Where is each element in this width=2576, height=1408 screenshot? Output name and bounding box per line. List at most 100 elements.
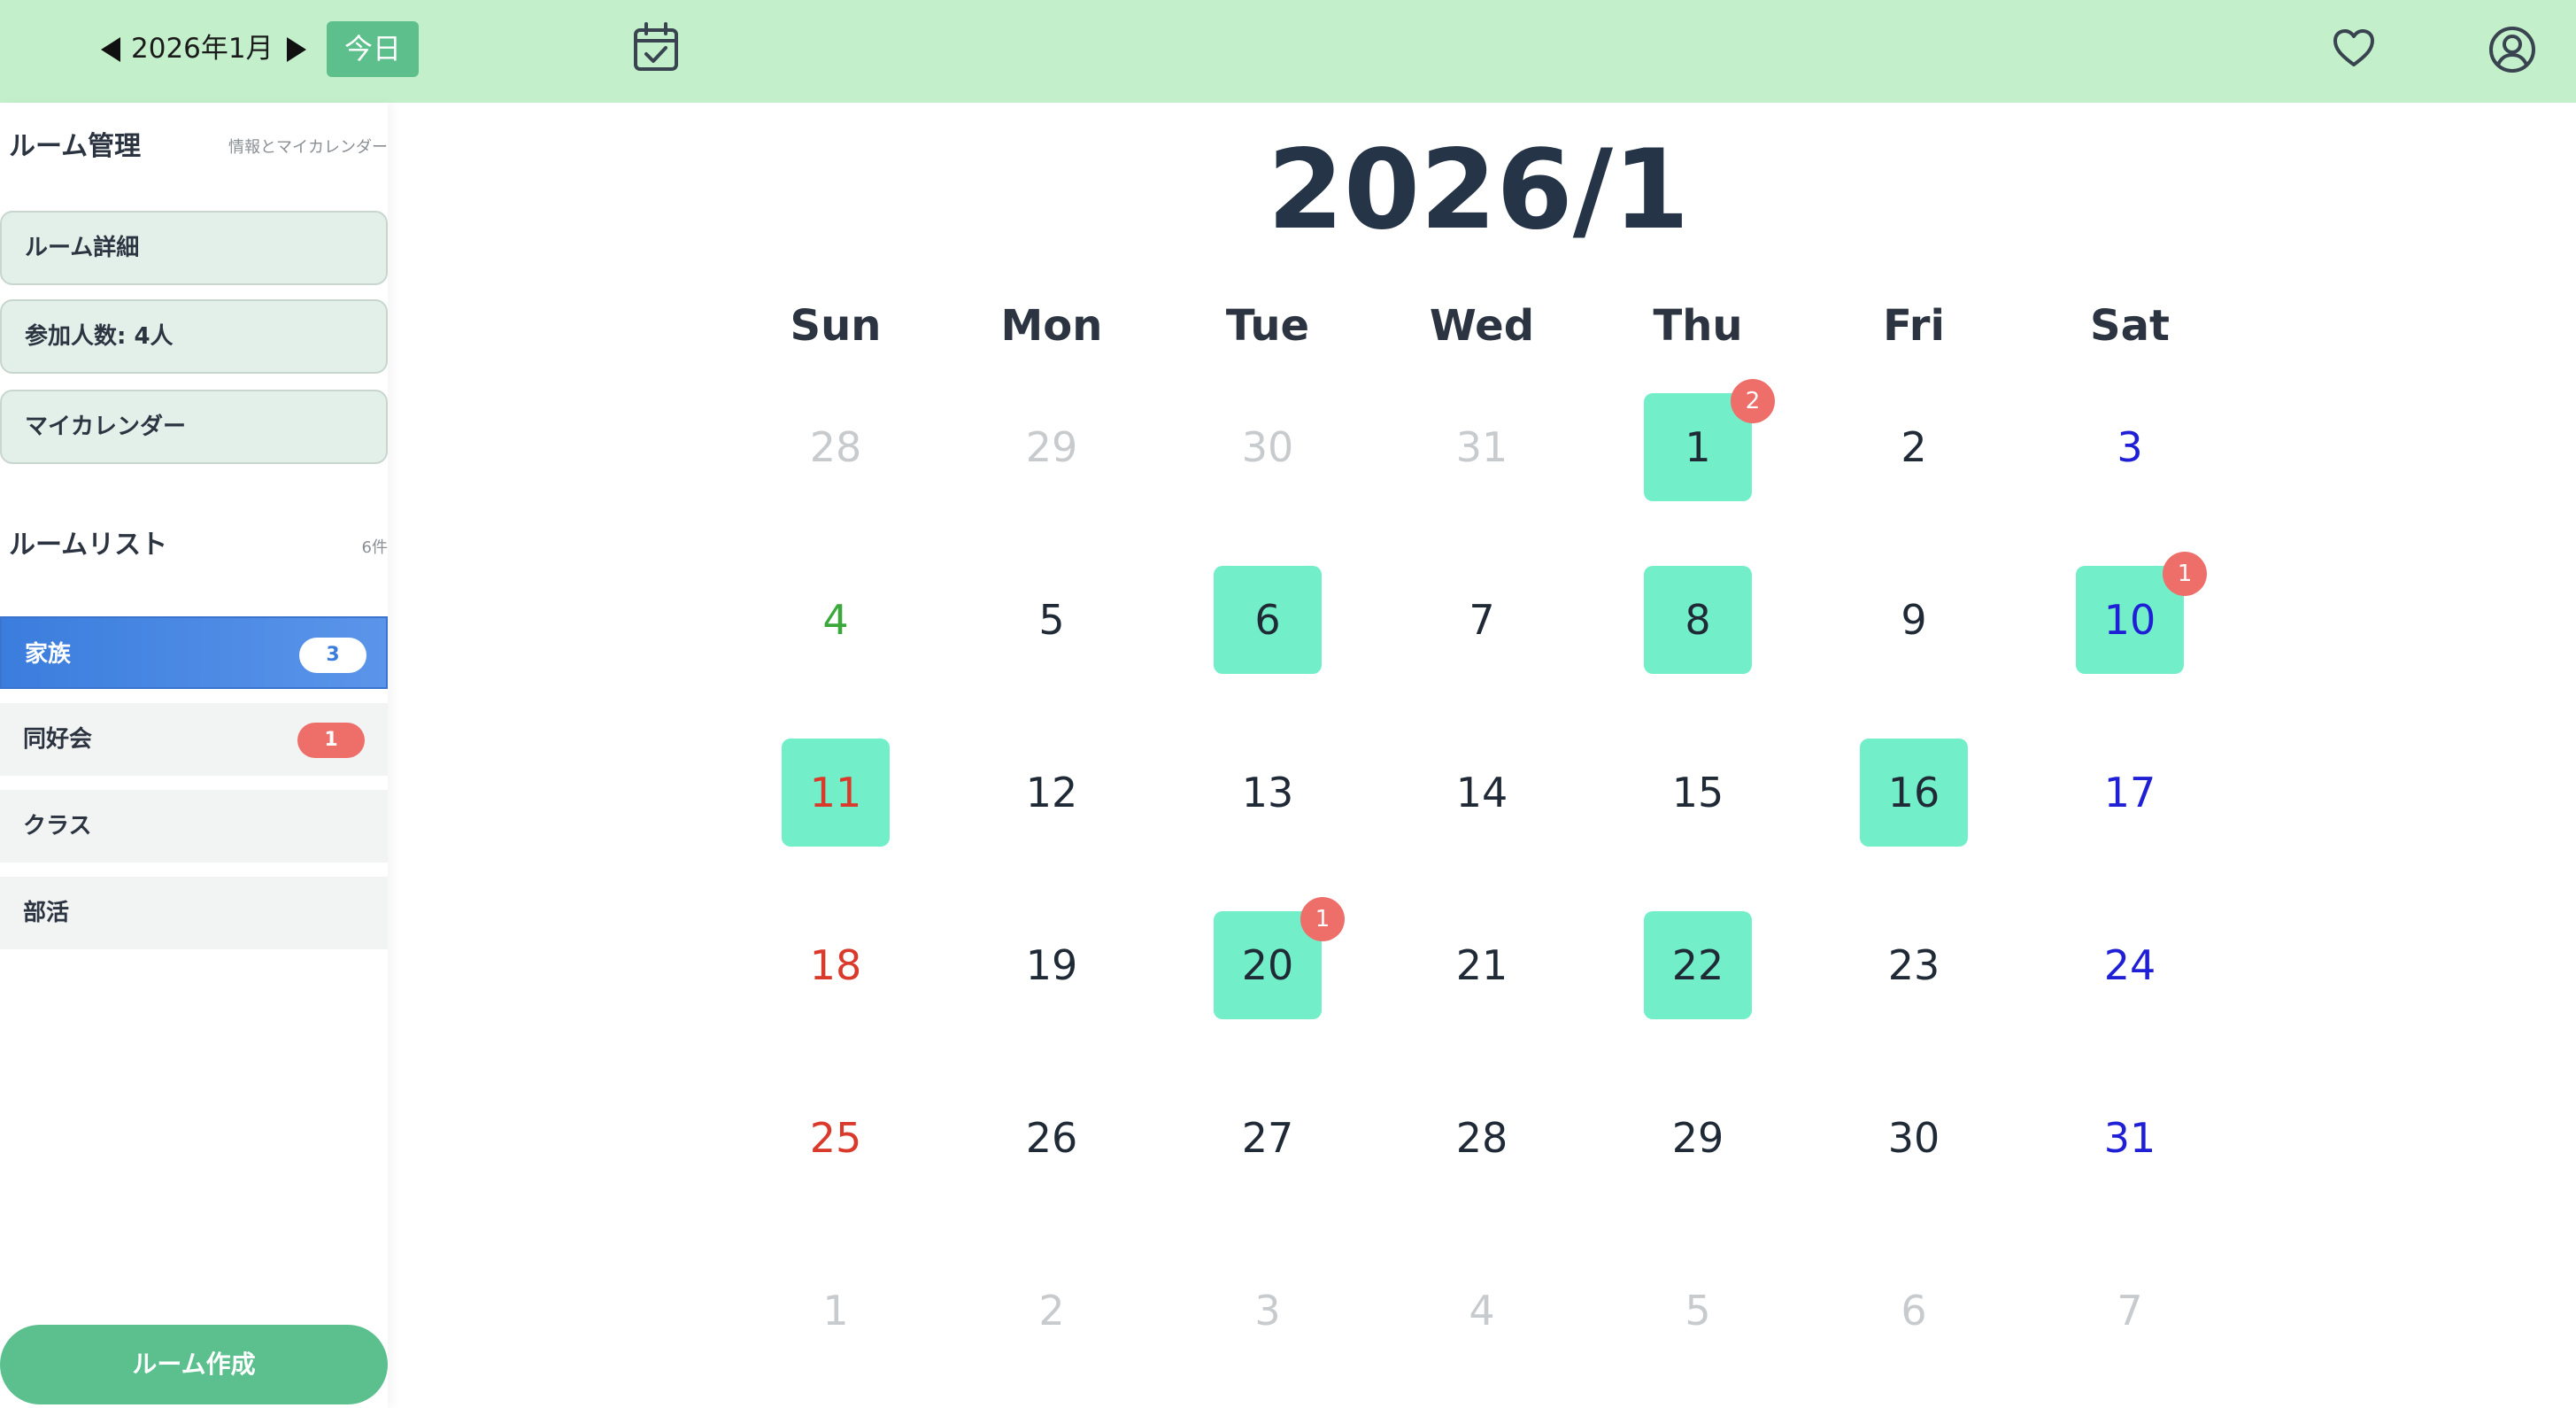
day-number: 25	[809, 1114, 862, 1162]
room-item-team[interactable]: 部活	[0, 877, 388, 949]
room-item-label: 同好会	[23, 726, 93, 753]
day-cell[interactable]: 14	[1428, 739, 1536, 847]
day-number: 13	[1241, 769, 1294, 816]
day-cell[interactable]: 30	[1860, 1084, 1968, 1192]
day-number: 20	[1241, 941, 1294, 989]
day-number: 26	[1025, 1114, 1078, 1162]
room-list-count: 6件	[361, 538, 388, 557]
day-cell[interactable]: 9	[1860, 566, 1968, 674]
day-number: 15	[1671, 769, 1724, 816]
day-cell[interactable]: 29	[1644, 1084, 1752, 1192]
user-circle-icon[interactable]	[2487, 25, 2537, 74]
day-cell[interactable]: 26	[998, 1084, 1106, 1192]
room-item-family[interactable]: 家族 3	[0, 616, 388, 689]
create-room-button[interactable]: ルーム作成	[0, 1325, 388, 1404]
day-cell[interactable]: 29	[998, 393, 1106, 501]
today-button[interactable]: 今日	[327, 21, 419, 77]
day-number: 24	[2103, 941, 2156, 989]
day-cell[interactable]: 3	[2076, 393, 2184, 501]
day-cell[interactable]: 23	[1860, 911, 1968, 1019]
day-number: 16	[1887, 769, 1940, 816]
weekday-mon: Mon	[1000, 301, 1103, 351]
calendar-title: 2026/1	[1267, 127, 1690, 254]
day-cell[interactable]: 3	[1214, 1257, 1322, 1365]
day-number: 4	[1469, 1287, 1495, 1335]
day-cell[interactable]: 31	[2076, 1084, 2184, 1192]
day-cell[interactable]: 6	[1860, 1257, 1968, 1365]
day-cell[interactable]: 2	[1860, 393, 1968, 501]
calendar-check-icon[interactable]	[632, 21, 680, 73]
day-number: 30	[1887, 1114, 1940, 1162]
day-number: 7	[2117, 1287, 2143, 1335]
day-cell[interactable]: 8	[1644, 566, 1752, 674]
day-cell[interactable]: 31	[1428, 393, 1536, 501]
room-manage-title: ルーム管理	[9, 131, 142, 162]
day-cell[interactable]: 13	[1214, 739, 1322, 847]
day-cell[interactable]: 30	[1214, 393, 1322, 501]
day-number: 3	[1254, 1287, 1281, 1335]
room-item-club[interactable]: 同好会 1	[0, 703, 388, 776]
room-list-title: ルームリスト	[9, 530, 168, 561]
day-cell[interactable]: 24	[2076, 911, 2184, 1019]
room-item-label: 家族	[25, 641, 72, 668]
day-number: 22	[1671, 941, 1724, 989]
day-number: 3	[2117, 423, 2143, 471]
day-number: 5	[1038, 596, 1065, 644]
participants-button[interactable]: 参加人数: 4人	[0, 299, 388, 374]
unread-badge: 1	[297, 723, 365, 758]
heart-icon[interactable]	[2332, 27, 2376, 71]
weekday-wed: Wed	[1429, 301, 1535, 351]
day-number: 23	[1887, 941, 1940, 989]
day-cell[interactable]: 4	[1428, 1257, 1536, 1365]
day-number: 7	[1469, 596, 1495, 644]
day-number: 8	[1685, 596, 1711, 644]
day-cell[interactable]: 5	[998, 566, 1106, 674]
caret-left-icon[interactable]	[96, 32, 131, 67]
day-cell[interactable]: 22	[1644, 911, 1752, 1019]
weekday-sun: Sun	[790, 301, 882, 351]
day-number: 6	[1901, 1287, 1927, 1335]
room-item-class[interactable]: クラス	[0, 790, 388, 863]
day-number: 27	[1241, 1114, 1294, 1162]
unread-badge: 3	[299, 638, 366, 673]
day-number: 2	[1038, 1287, 1065, 1335]
day-number: 11	[809, 769, 862, 816]
day-number: 28	[809, 423, 862, 471]
day-cell[interactable]: 7	[2076, 1257, 2184, 1365]
day-number: 6	[1254, 596, 1281, 644]
day-number: 18	[809, 941, 862, 989]
room-detail-button[interactable]: ルーム詳細	[0, 211, 388, 285]
weekday-fri: Fri	[1883, 301, 1945, 351]
my-calendar-button[interactable]: マイカレンダー	[0, 390, 388, 464]
day-cell[interactable]: 12	[998, 739, 1106, 847]
day-cell[interactable]: 1	[782, 1257, 890, 1365]
day-number: 28	[1455, 1114, 1508, 1162]
day-cell[interactable]: 28	[782, 393, 890, 501]
day-cell[interactable]: 17	[2076, 739, 2184, 847]
day-number: 17	[2103, 769, 2156, 816]
day-cell[interactable]: 6	[1214, 566, 1322, 674]
day-cell[interactable]: 2	[998, 1257, 1106, 1365]
day-cell[interactable]: 10 1	[2076, 552, 2207, 674]
day-cell[interactable]: 21	[1428, 911, 1536, 1019]
day-cell[interactable]: 11	[782, 739, 890, 847]
day-cell[interactable]: 16	[1860, 739, 1968, 847]
day-cell[interactable]: 15	[1644, 739, 1752, 847]
day-cell[interactable]: 27	[1214, 1084, 1322, 1192]
day-cell[interactable]: 19	[998, 911, 1106, 1019]
day-cell[interactable]: 20 1	[1214, 897, 1345, 1019]
day-cell[interactable]: 18	[782, 911, 890, 1019]
day-number: 30	[1241, 423, 1294, 471]
day-cell[interactable]: 5	[1644, 1257, 1752, 1365]
weekday-tue: Tue	[1225, 301, 1310, 351]
day-number: 19	[1025, 941, 1078, 989]
day-number: 21	[1455, 941, 1508, 989]
day-cell[interactable]: 12	[1644, 379, 1775, 501]
day-cell[interactable]: 25	[782, 1084, 890, 1192]
day-cell[interactable]: 28	[1428, 1084, 1536, 1192]
caret-right-icon[interactable]	[276, 32, 312, 67]
day-number: 29	[1025, 423, 1078, 471]
day-number: 5	[1685, 1287, 1711, 1335]
day-cell[interactable]: 7	[1428, 566, 1536, 674]
day-cell[interactable]: 4	[782, 566, 890, 674]
